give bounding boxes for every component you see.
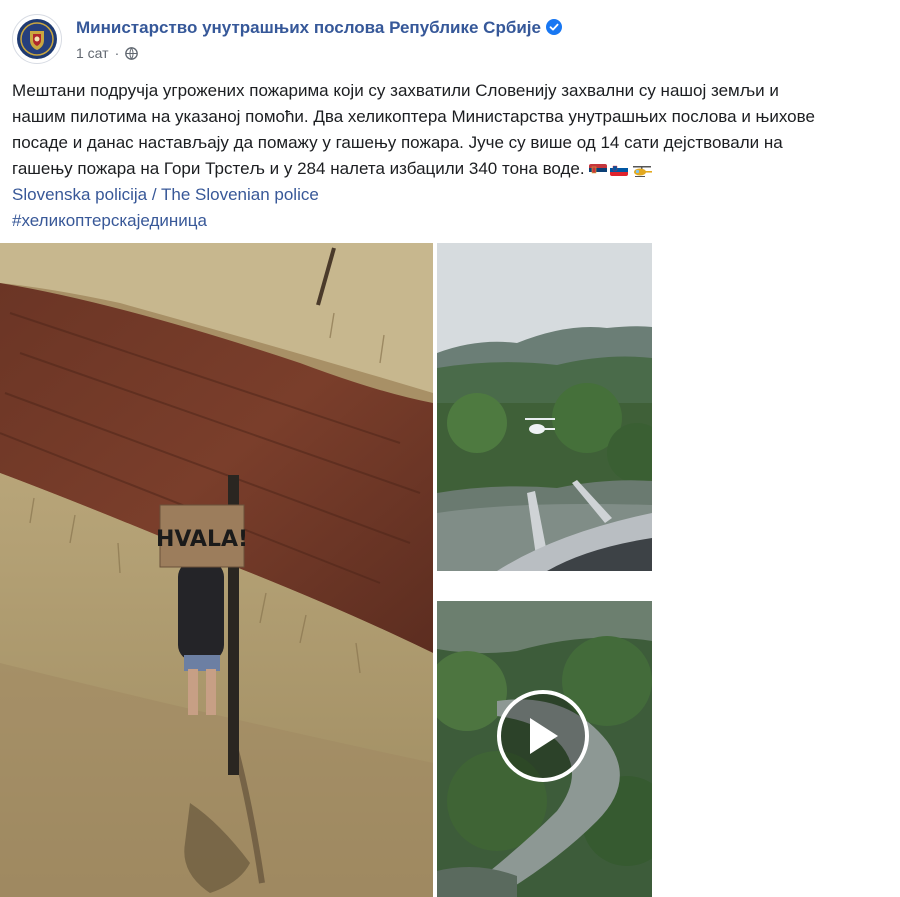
- serbia-flag-icon: [588, 164, 607, 176]
- page-avatar[interactable]: [12, 14, 62, 64]
- page-name-text[interactable]: Министарство унутрашњих послова Републик…: [76, 18, 541, 37]
- post-text-line-end: гашењу пожара на Гори Трстељ и у 284 нал…: [12, 159, 585, 178]
- play-button[interactable]: [497, 690, 589, 782]
- post-text-line: гашењу пожара на Гори Трстељ и у 284 нал…: [12, 156, 888, 182]
- police-emblem-icon: [17, 19, 57, 59]
- mention-link[interactable]: Slovenska policija / The Slovenian polic…: [12, 182, 888, 208]
- post-body: Мештани подручја угрожених пожарима који…: [12, 78, 888, 234]
- post-text-line: Мештани подручја угрожених пожарима који…: [12, 81, 779, 100]
- helicopter-icon: [632, 166, 652, 177]
- post-timestamp[interactable]: 1 сат: [76, 45, 109, 61]
- photo-field-scene: HVALA!: [0, 243, 433, 897]
- hashtag-link[interactable]: #хеликоптерскајединица: [12, 208, 888, 234]
- post-text-line: посаде и данас настављају да помажу у га…: [12, 133, 783, 152]
- slovenia-flag-icon: [609, 164, 628, 176]
- post-text-line: нашим пилотима на указаној помоћи. Два х…: [12, 107, 815, 126]
- photo-helicopter-scene: [437, 243, 652, 571]
- photo-helicopter-river[interactable]: [437, 243, 652, 571]
- globe-icon[interactable]: [125, 46, 139, 60]
- photo-thank-you-sign[interactable]: HVALA!: [0, 243, 433, 897]
- post-meta: 1 сат ·: [76, 45, 139, 61]
- emoji-group: [588, 164, 653, 180]
- meta-separator: ·: [114, 45, 120, 61]
- sign-text: HVALA!: [156, 527, 248, 552]
- post-header: Министарство унутрашњих послова Републик…: [12, 14, 882, 66]
- page-name-link[interactable]: Министарство унутрашњих послова Републик…: [76, 18, 562, 38]
- verified-badge-icon: [545, 19, 562, 35]
- play-icon: [530, 718, 558, 754]
